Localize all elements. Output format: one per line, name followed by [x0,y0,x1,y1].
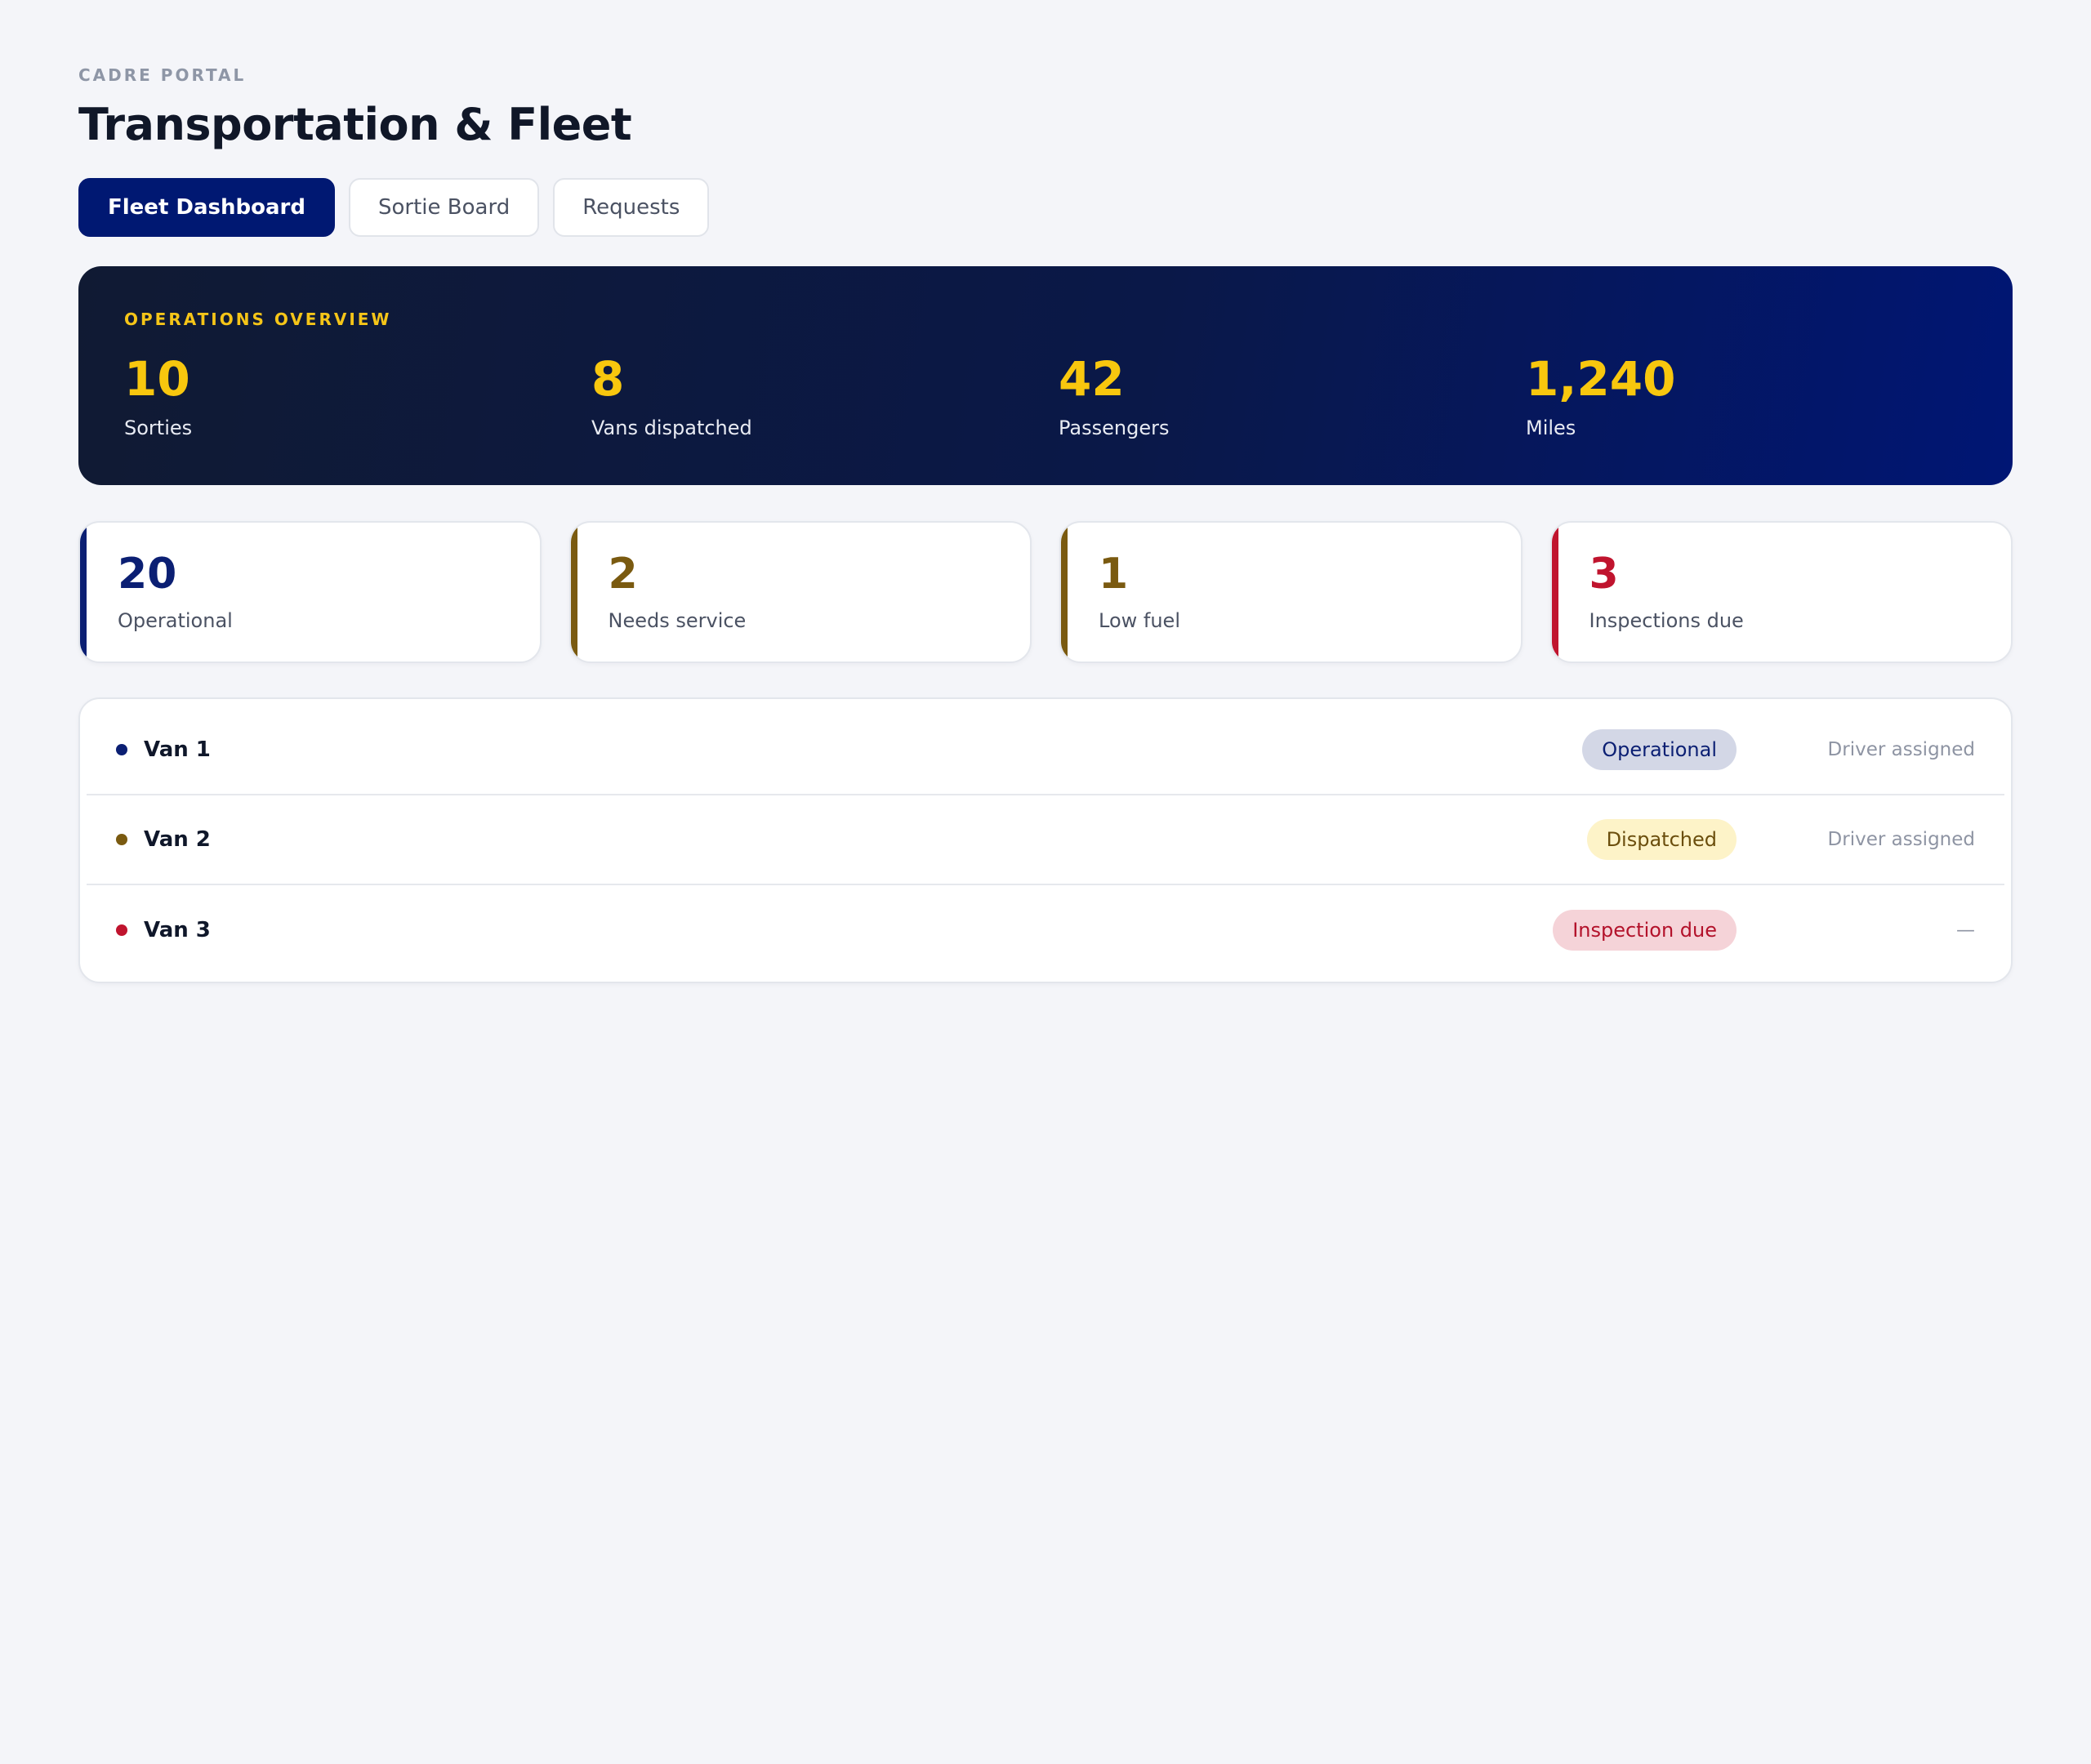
overview-stat-value: 1,240 [1526,351,1676,407]
status-dot-icon [116,744,127,755]
metric-card-operational[interactable]: 20 Operational [78,521,542,663]
overview-label: OPERATIONS OVERVIEW [124,310,392,329]
portal-eyebrow: CADRE PORTAL [78,65,247,85]
metric-value: 1 [1099,550,1129,599]
metric-card-low-fuel[interactable]: 1 Low fuel [1059,521,1523,663]
overview-stat-passengers: 42 Passengers [1059,353,1526,441]
operations-overview-panel: OPERATIONS OVERVIEW 10 Sorties 8 Vans di… [78,266,2013,485]
status-badge: Operational [1582,729,1737,770]
van-row[interactable]: Van 3 Inspection due — [87,885,2004,975]
van-list: Van 1 Operational Driver assigned Van 2 … [78,697,2013,983]
tab-requests[interactable]: Requests [553,178,710,237]
overview-stat-value: 8 [591,351,625,407]
van-name: Van 2 [144,827,211,852]
tab-bar: Fleet Dashboard Sortie Board Requests [78,178,2013,237]
fleet-metrics: 20 Operational 2 Needs service 1 Low fue… [78,521,2013,663]
overview-stats: 10 Sorties 8 Vans dispatched 42 Passenge… [124,353,1967,441]
overview-stat-sorties: 10 Sorties [124,353,591,441]
page-title: Transportation & Fleet [78,99,632,150]
metric-card-inspections-due[interactable]: 3 Inspections due [1549,521,2013,663]
van-row[interactable]: Van 2 Dispatched Driver assigned [87,795,2004,885]
overview-stat-label: Miles [1526,416,1576,439]
driver-status: Driver assigned [1827,829,1975,850]
van-name: Van 1 [144,737,211,762]
metric-value: 2 [608,550,638,599]
overview-stat-label: Vans dispatched [591,416,752,439]
metric-label: Inspections due [1589,609,1744,632]
status-dot-icon [116,834,127,845]
fleet-dashboard-page: CADRE PORTAL Transportation & Fleet Flee… [78,64,2013,983]
overview-stat-miles: 1,240 Miles [1526,353,1993,441]
metric-label: Operational [118,609,233,632]
metric-label: Low fuel [1099,609,1180,632]
van-name: Van 3 [144,918,211,942]
status-dot-icon [116,924,127,936]
overview-stat-label: Sorties [124,416,193,439]
driver-status: Driver assigned [1827,739,1975,760]
driver-status: — [1956,920,1975,941]
van-row[interactable]: Van 1 Operational Driver assigned [87,706,2004,795]
tab-sortie-board[interactable]: Sortie Board [349,178,540,237]
metric-card-needs-service[interactable]: 2 Needs service [568,521,1032,663]
overview-stat-value: 10 [124,351,190,407]
overview-stat-label: Passengers [1059,416,1170,439]
overview-stat-value: 42 [1059,351,1125,407]
metric-label: Needs service [608,609,747,632]
metric-value: 3 [1589,550,1619,599]
status-badge: Inspection due [1553,910,1737,951]
tab-fleet-dashboard[interactable]: Fleet Dashboard [78,178,335,237]
status-badge: Dispatched [1586,819,1737,860]
metric-value: 20 [118,550,177,599]
overview-stat-vans-dispatched: 8 Vans dispatched [591,353,1059,441]
